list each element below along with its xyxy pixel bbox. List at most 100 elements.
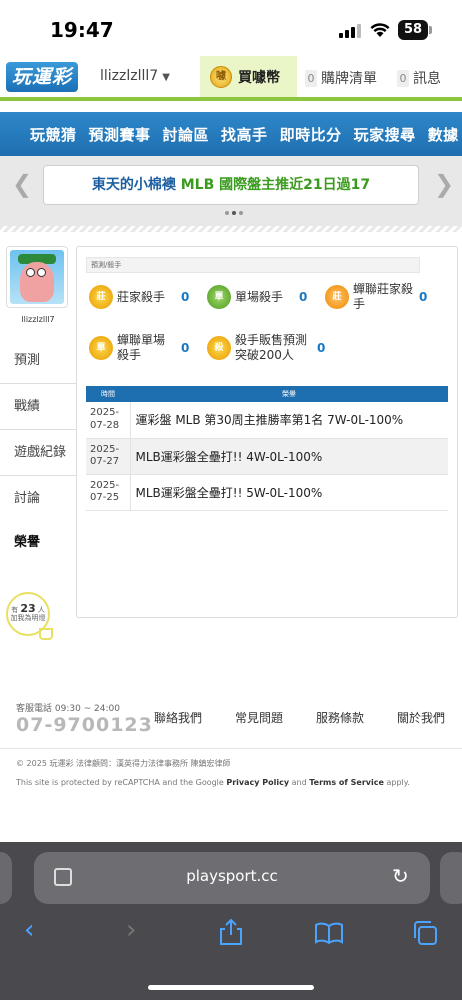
- menu-item-forum[interactable]: 討論區: [163, 124, 210, 145]
- ticker-user: 東天的小棉襖: [91, 177, 176, 193]
- reload-icon[interactable]: ↻: [392, 864, 409, 888]
- messages-link[interactable]: 0 訊息: [397, 68, 441, 88]
- avatar-card[interactable]: [6, 246, 68, 308]
- badge-streak-bookie-killer: 莊 蟬聯莊家殺手 0: [325, 282, 445, 312]
- badge-label: 殺手販售預測突破200人: [235, 333, 308, 362]
- recaptcha-text: This site is protected by reCAPTCHA and …: [16, 778, 224, 787]
- back-icon[interactable]: ‹: [24, 915, 34, 945]
- row-honor: MLB運彩盤全壘打!! 4W-0L-100%: [130, 438, 448, 475]
- footer-link-faq[interactable]: 常見問題: [235, 709, 316, 726]
- footer-divider: [0, 748, 462, 749]
- footer-link-contact[interactable]: 聯絡我們: [154, 709, 235, 726]
- status-bar: 19:47 58: [0, 0, 462, 56]
- tabs-icon[interactable]: [412, 920, 440, 946]
- badge-count: 0: [317, 341, 326, 355]
- table-row: 2025-07-25 MLB運彩盤全壘打!! 5W-0L-100%: [86, 474, 448, 511]
- chevron-right-icon[interactable]: ❯: [434, 170, 454, 198]
- copyright: © 2025 玩運彩 法律顧問：漢英得力法律事務所 陳鎮宏律師: [16, 759, 231, 768]
- menu-item-games[interactable]: 玩競猜: [30, 124, 77, 145]
- badge-streak-single-killer: 單 蟬聯單場殺手 0: [89, 333, 207, 363]
- battery-tip: [429, 26, 432, 34]
- badge-count: 0: [419, 290, 428, 304]
- ticker-text: MLB 國際盤主推近21日過17: [180, 177, 371, 193]
- row-honor: 運彩盤 MLB 第30周主推勝率第1名 7W-0L-100%: [130, 402, 448, 439]
- signal-icon: [339, 24, 361, 38]
- badge-count: 0: [181, 341, 190, 355]
- menu-item-experts[interactable]: 找高手: [221, 124, 268, 145]
- url-text: playsport.cc: [186, 867, 278, 885]
- recaptcha-notice: This site is protected by reCAPTCHA and …: [16, 778, 410, 787]
- tab-predictions[interactable]: 預測: [0, 338, 76, 384]
- table-row: 2025-07-28 運彩盤 MLB 第30周主推勝率第1名 7W-0L-100…: [86, 402, 448, 439]
- carousel-dot[interactable]: [225, 211, 229, 215]
- followers-prefix: 有: [11, 606, 19, 614]
- sales-badge-icon: 殺: [207, 336, 231, 360]
- badge-count: 0: [181, 290, 190, 304]
- menu-item-data[interactable]: 數據: [428, 124, 459, 145]
- address-bar[interactable]: playsport.cc ↻: [34, 852, 430, 904]
- home-indicator: [148, 985, 314, 990]
- badge-label: 單場殺手: [235, 289, 284, 304]
- bookmarks-icon[interactable]: [314, 922, 344, 944]
- badge-label: 莊家殺手: [117, 289, 166, 304]
- single-badge-icon: 單: [207, 285, 231, 309]
- column-header-honor: 榮譽: [130, 386, 448, 402]
- buy-coins-label: 買噱幣: [238, 70, 280, 86]
- privacy-policy-link[interactable]: Privacy Policy: [226, 778, 289, 787]
- footer-link-about[interactable]: 關於我們: [397, 709, 462, 726]
- carousel-dot[interactable]: [239, 211, 243, 215]
- wifi-icon: [370, 23, 390, 37]
- streak-single-badge-icon: 單: [89, 336, 113, 360]
- avatar: [10, 250, 64, 304]
- forward-icon[interactable]: ›: [126, 915, 136, 945]
- menu-item-live-score[interactable]: 即時比分: [280, 124, 342, 145]
- site-logo[interactable]: 玩運彩: [6, 62, 78, 92]
- zigzag-divider: [0, 226, 462, 232]
- ticker-carousel: ❮ 東天的小棉襖 MLB 國際盤主推近21日過17 ❯: [0, 156, 462, 226]
- row-date: 2025-07-25: [86, 474, 131, 511]
- chevron-left-icon[interactable]: ❮: [12, 170, 32, 198]
- cart-count: 0: [305, 69, 317, 87]
- messages-label: 訊息: [413, 71, 441, 87]
- followers-suffix: 人: [37, 606, 45, 614]
- user-menu[interactable]: llizzlzlll7 ▼: [100, 68, 170, 84]
- badge-row-1: 莊 莊家殺手 0 單 單場殺手 0 莊 蟬聯莊家殺手 0: [89, 282, 445, 312]
- and-text: and: [291, 778, 307, 787]
- carousel-dot-active[interactable]: [232, 211, 236, 215]
- message-count: 0: [397, 69, 409, 87]
- column-header-time: 時間: [86, 386, 130, 402]
- menu-item-predictions[interactable]: 預測賽事: [89, 124, 151, 145]
- ticker-item[interactable]: 東天的小棉襖 MLB 國際盤主推近21日過17: [43, 165, 419, 205]
- menu-item-player-search[interactable]: 玩家搜尋: [354, 124, 416, 145]
- tab-discussion[interactable]: 討論: [0, 476, 76, 522]
- tab-game-log[interactable]: 遊戲紀錄: [0, 430, 76, 476]
- main-menu: 玩競猜 預測賽事 討論區 找高手 即時比分 玩家搜尋 數據: [0, 112, 462, 156]
- row-date: 2025-07-27: [86, 438, 131, 475]
- tab-honors[interactable]: 榮譽: [0, 520, 76, 566]
- buy-coins-button[interactable]: 噱 買噱幣: [200, 56, 297, 98]
- badge-bookie-killer: 莊 莊家殺手 0: [89, 285, 207, 309]
- share-icon[interactable]: [218, 918, 244, 946]
- badge-label: 蟬聯單場殺手: [117, 333, 166, 362]
- carousel-dots: [225, 211, 243, 215]
- hotline-number[interactable]: 07-9700123: [16, 714, 153, 736]
- badge-label: 蟬聯莊家殺手: [353, 282, 414, 311]
- badge-single-killer: 單 單場殺手 0: [207, 285, 325, 309]
- terms-link[interactable]: Terms of Service: [309, 778, 384, 787]
- cart-label: 購牌清單: [321, 71, 377, 87]
- cart-link[interactable]: 0 購牌清單: [305, 68, 377, 88]
- username-label: llizzlzlll7: [100, 68, 159, 84]
- footer-link-terms[interactable]: 服務條款: [316, 709, 397, 726]
- honors-panel: 預測/殺手 莊 莊家殺手 0 單 單場殺手 0 莊 蟬聯莊家殺手 0 單 蟬聯單…: [76, 246, 458, 618]
- battery-icon: 58: [398, 20, 428, 40]
- profile-username: llizzlzlll7: [21, 315, 55, 324]
- caret-down-icon: ▼: [162, 72, 170, 83]
- followers-note: 加我為明燈: [10, 614, 46, 623]
- table-row: 2025-07-27 MLB運彩盤全壘打!! 4W-0L-100%: [86, 438, 448, 475]
- prev-tab-pill[interactable]: [0, 852, 12, 904]
- tab-record[interactable]: 戰績: [0, 384, 76, 430]
- bookie-badge-icon: 莊: [89, 285, 113, 309]
- top-nav: 玩運彩 llizzlzlll7 ▼ 噱 買噱幣 0 購牌清單 0 訊息: [0, 56, 462, 98]
- row-honor: MLB運彩盤全壘打!! 5W-0L-100%: [130, 474, 448, 511]
- next-tab-pill[interactable]: [440, 852, 462, 904]
